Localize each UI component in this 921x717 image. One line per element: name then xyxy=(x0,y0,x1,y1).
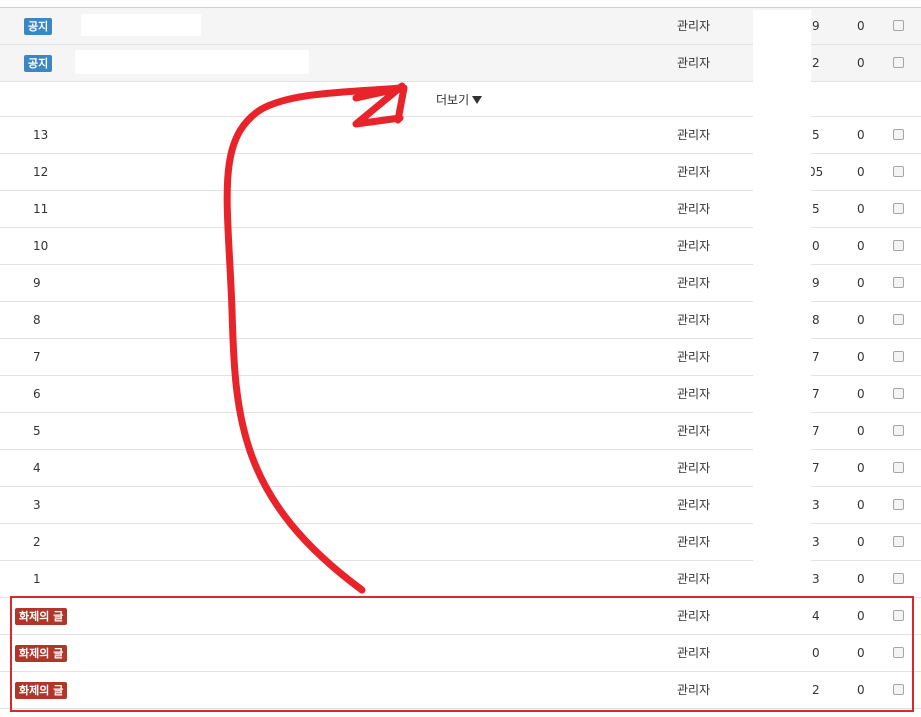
post-number: 13 xyxy=(33,128,49,142)
like-count: 0 xyxy=(857,535,865,549)
post-number: 9 xyxy=(33,276,41,290)
view-count: 9 xyxy=(812,19,820,33)
post-number: 7 xyxy=(33,350,41,364)
view-count: 7 xyxy=(812,461,820,475)
row-checkbox[interactable] xyxy=(893,314,904,325)
author: 관리자 xyxy=(677,202,711,216)
like-count: 0 xyxy=(857,461,865,475)
author: 관리자 xyxy=(677,424,711,438)
view-count: 5 xyxy=(812,202,820,216)
redacted-title xyxy=(81,14,201,36)
post-number: 11 xyxy=(33,202,49,216)
row-checkbox[interactable] xyxy=(893,20,904,31)
annotation-highlight-box xyxy=(10,596,914,712)
row-checkbox[interactable] xyxy=(893,129,904,140)
view-count: 2 xyxy=(812,56,820,70)
post-number: 10 xyxy=(33,239,49,253)
author: 관리자 xyxy=(677,350,711,364)
author: 관리자 xyxy=(677,535,711,549)
row-checkbox[interactable] xyxy=(893,277,904,288)
like-count: 0 xyxy=(857,276,865,290)
row-checkbox[interactable] xyxy=(893,425,904,436)
like-count: 0 xyxy=(857,19,865,33)
like-count: 0 xyxy=(857,350,865,364)
row-checkbox[interactable] xyxy=(893,536,904,547)
view-count: 3 xyxy=(812,572,820,586)
post-number: 8 xyxy=(33,313,41,327)
author: 관리자 xyxy=(677,56,711,70)
redacted-view-column xyxy=(753,10,811,575)
like-count: 0 xyxy=(857,572,865,586)
like-count: 0 xyxy=(857,498,865,512)
post-number: 4 xyxy=(33,461,41,475)
view-count: 8 xyxy=(812,313,820,327)
notice-badge: 공지 xyxy=(24,18,53,35)
post-number: 3 xyxy=(33,498,41,512)
post-number: 12 xyxy=(33,165,49,179)
row-checkbox[interactable] xyxy=(893,57,904,68)
author: 관리자 xyxy=(677,165,711,179)
post-number: 5 xyxy=(33,424,41,438)
author: 관리자 xyxy=(677,572,711,586)
like-count: 0 xyxy=(857,202,865,216)
like-count: 0 xyxy=(857,424,865,438)
caret-down-icon xyxy=(472,96,482,104)
author: 관리자 xyxy=(677,19,711,33)
more-label: 더보기 xyxy=(436,93,470,107)
row-checkbox[interactable] xyxy=(893,351,904,362)
author: 관리자 xyxy=(677,461,711,475)
like-count: 0 xyxy=(857,239,865,253)
row-checkbox[interactable] xyxy=(893,499,904,510)
author: 관리자 xyxy=(677,128,711,142)
like-count: 0 xyxy=(857,128,865,142)
like-count: 0 xyxy=(857,313,865,327)
row-checkbox[interactable] xyxy=(893,462,904,473)
like-count: 0 xyxy=(857,165,865,179)
view-count: 7 xyxy=(812,387,820,401)
row-checkbox[interactable] xyxy=(893,203,904,214)
view-count: 7 xyxy=(812,424,820,438)
row-checkbox[interactable] xyxy=(893,573,904,584)
author: 관리자 xyxy=(677,239,711,253)
view-count: 9 xyxy=(812,276,820,290)
row-checkbox[interactable] xyxy=(893,388,904,399)
post-number: 1 xyxy=(33,572,41,586)
post-number: 2 xyxy=(33,535,41,549)
author: 관리자 xyxy=(677,276,711,290)
notice-badge: 공지 xyxy=(24,55,53,72)
like-count: 0 xyxy=(857,56,865,70)
view-count: 0 xyxy=(812,239,820,253)
like-count: 0 xyxy=(857,387,865,401)
post-number: 6 xyxy=(33,387,41,401)
view-count: 5 xyxy=(812,128,820,142)
author: 관리자 xyxy=(677,387,711,401)
redacted-title xyxy=(75,50,309,74)
view-count: 3 xyxy=(812,498,820,512)
author: 관리자 xyxy=(677,498,711,512)
board-list: 공지 관리자 9 0 공지 관리자 2 0 더보기 13 관리자 5 0 12 … xyxy=(0,0,921,717)
view-count: 7 xyxy=(812,350,820,364)
view-count: 3 xyxy=(812,535,820,549)
row-checkbox[interactable] xyxy=(893,166,904,177)
author: 관리자 xyxy=(677,313,711,327)
row-checkbox[interactable] xyxy=(893,240,904,251)
